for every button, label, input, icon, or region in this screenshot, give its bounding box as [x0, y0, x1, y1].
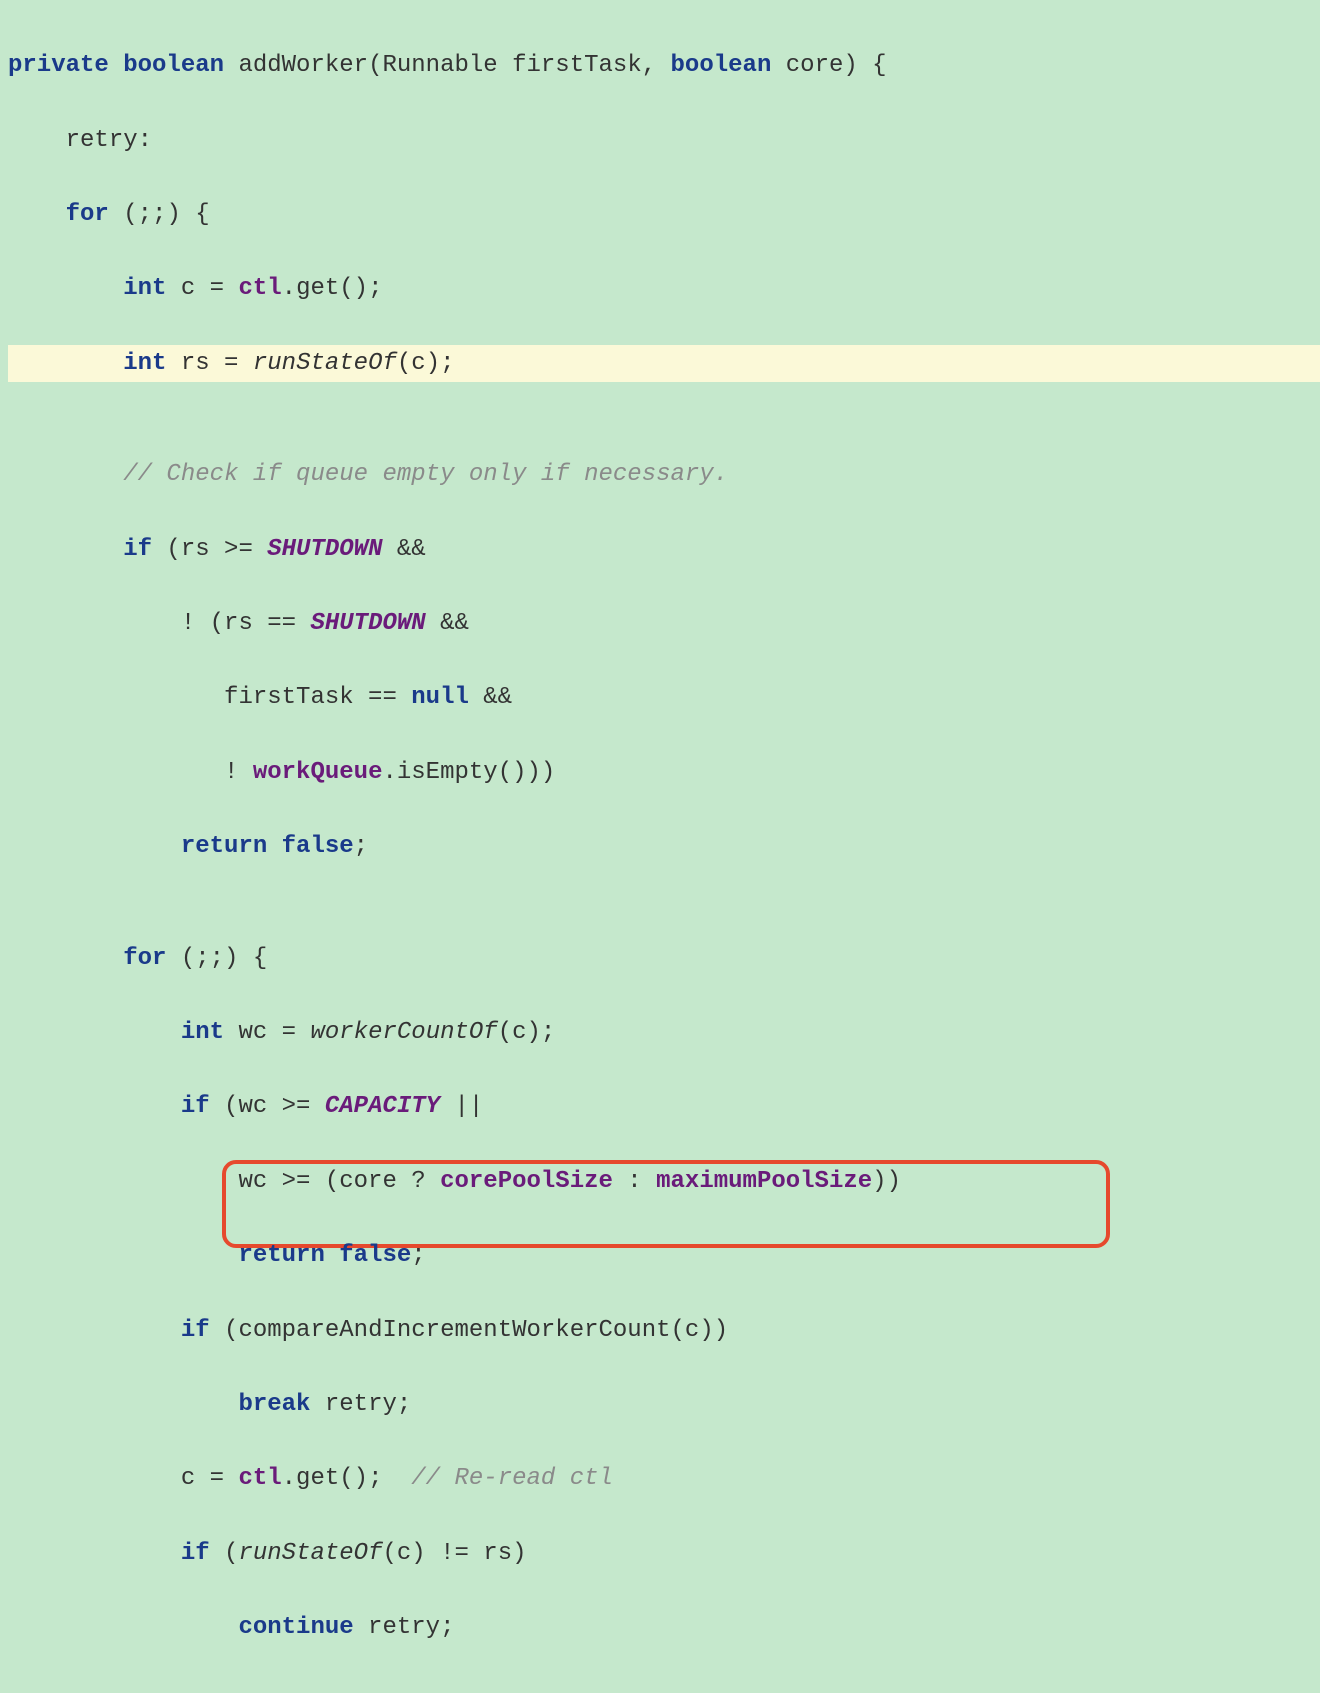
method: workerCountOf	[310, 1019, 497, 1046]
constant: SHUTDOWN	[267, 536, 382, 563]
keyword: boolean	[671, 52, 772, 79]
code-line: if (wc >= CAPACITY ||	[8, 1088, 1320, 1125]
keyword: int	[123, 275, 166, 302]
code-line: retry:	[8, 122, 1320, 159]
field: ctl	[238, 275, 281, 302]
method: runStateOf	[238, 1540, 382, 1567]
field: maximumPoolSize	[656, 1168, 872, 1195]
code-line: int wc = workerCountOf(c);	[8, 1014, 1320, 1051]
code-line: // Check if queue empty only if necessar…	[8, 456, 1320, 493]
constant: CAPACITY	[325, 1093, 440, 1120]
code-line: int c = ctl.get();	[8, 270, 1320, 307]
highlighted-line: int rs = runStateOf(c);	[8, 345, 1320, 382]
constant: SHUTDOWN	[310, 610, 425, 637]
keyword: return false	[238, 1242, 411, 1269]
code-line: for (;;) {	[8, 940, 1320, 977]
code-line: private boolean addWorker(Runnable first…	[8, 47, 1320, 84]
keyword: int	[123, 350, 166, 377]
keyword: if	[123, 536, 152, 563]
field: corePoolSize	[440, 1168, 613, 1195]
code-line: if (runStateOf(c) != rs)	[8, 1535, 1320, 1572]
code-line: if (compareAndIncrementWorkerCount(c))	[8, 1312, 1320, 1349]
code-line: c = ctl.get(); // Re-read ctl	[8, 1460, 1320, 1497]
code-line: for (;;) {	[8, 196, 1320, 233]
code-line: break retry;	[8, 1386, 1320, 1423]
keyword: continue	[238, 1614, 353, 1641]
code-line: return false;	[8, 828, 1320, 865]
code-line: if (rs >= SHUTDOWN &&	[8, 531, 1320, 568]
keyword: return false	[181, 833, 354, 860]
field: ctl	[238, 1465, 281, 1492]
keyword: int	[181, 1019, 224, 1046]
keyword: if	[181, 1317, 210, 1344]
field: workQueue	[253, 759, 383, 786]
code-line: wc >= (core ? corePoolSize : maximumPool…	[8, 1163, 1320, 1200]
keyword: for	[66, 201, 109, 228]
method: runStateOf	[253, 350, 397, 377]
code-line: ! workQueue.isEmpty()))	[8, 754, 1320, 791]
code-line: continue retry;	[8, 1609, 1320, 1646]
code-line: firstTask == null &&	[8, 679, 1320, 716]
keyword: break	[238, 1391, 310, 1418]
code-line: return false;	[8, 1237, 1320, 1274]
code-block: private boolean addWorker(Runnable first…	[0, 0, 1320, 1693]
keyword: if	[181, 1093, 210, 1120]
keyword: private boolean	[8, 52, 224, 79]
code-line: ! (rs == SHUTDOWN &&	[8, 605, 1320, 642]
comment: // Re-read ctl	[411, 1465, 613, 1492]
comment: // Check if queue empty only if necessar…	[123, 461, 728, 488]
keyword: null	[411, 684, 469, 711]
keyword: if	[181, 1540, 210, 1567]
keyword: for	[123, 945, 166, 972]
